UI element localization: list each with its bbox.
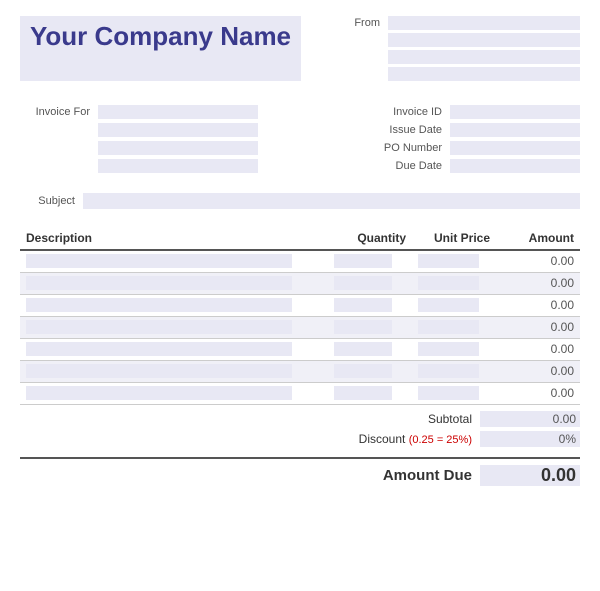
issue-date-row: Issue Date xyxy=(340,123,580,137)
col-header-description: Description xyxy=(20,227,328,250)
amount-cell-1: 0.00 xyxy=(496,272,580,294)
amount-cell-2: 0.00 xyxy=(496,294,580,316)
table-row: 0.00 xyxy=(20,360,580,382)
invoice-for-label: Invoice For xyxy=(20,106,90,118)
invoice-id-row: Invoice ID xyxy=(340,105,580,119)
subject-label: Subject xyxy=(20,195,75,207)
col-header-quantity: Quantity xyxy=(328,227,412,250)
desc-field-1[interactable] xyxy=(26,276,292,290)
price-field-3[interactable] xyxy=(418,320,479,334)
table-row: 0.00 xyxy=(20,272,580,294)
from-addr2-row xyxy=(340,50,580,64)
qty-field-3[interactable] xyxy=(334,320,392,334)
line-items-table: Description Quantity Unit Price Amount 0… xyxy=(20,227,580,405)
amount-due-row: Amount Due 0.00 xyxy=(20,457,580,486)
amount-cell-5: 0.00 xyxy=(496,360,580,382)
discount-row: Discount (0.25 = 25%) 0% xyxy=(20,431,580,447)
table-row: 0.00 xyxy=(20,316,580,338)
client-name-field[interactable] xyxy=(98,105,258,119)
bill-to-city-row xyxy=(20,159,258,173)
subject-field[interactable] xyxy=(83,193,580,209)
invoice-meta-section: Invoice ID Issue Date PO Number Due Date xyxy=(340,105,580,173)
table-row: 0.00 xyxy=(20,294,580,316)
bill-to-section: Invoice For xyxy=(20,105,258,173)
from-addr1-field[interactable] xyxy=(388,33,580,47)
totals-section: Subtotal 0.00 Discount (0.25 = 25%) 0% A… xyxy=(20,411,580,486)
from-city-field[interactable] xyxy=(388,67,580,81)
subtotal-label: Subtotal xyxy=(428,412,472,426)
qty-field-6[interactable] xyxy=(334,386,392,400)
desc-field-5[interactable] xyxy=(26,364,292,378)
desc-field-2[interactable] xyxy=(26,298,292,312)
po-number-row: PO Number xyxy=(340,141,580,155)
issue-date-label: Issue Date xyxy=(362,124,442,136)
discount-note: (0.25 = 25%) xyxy=(409,434,472,446)
price-field-1[interactable] xyxy=(418,276,479,290)
discount-value[interactable]: 0% xyxy=(480,431,580,447)
qty-field-5[interactable] xyxy=(334,364,392,378)
company-name[interactable]: Your Company Name xyxy=(20,16,301,81)
info-section: Invoice For Invoice ID Issue Da xyxy=(20,105,580,173)
amount-cell-0: 0.00 xyxy=(496,250,580,272)
from-city-row xyxy=(340,67,580,81)
client-addr1-field[interactable] xyxy=(98,123,258,137)
discount-text: Discount xyxy=(359,432,406,446)
amount-cell-6: 0.00 xyxy=(496,382,580,404)
header-section: Your Company Name From xyxy=(20,16,580,81)
issue-date-field[interactable] xyxy=(450,123,580,137)
desc-field-4[interactable] xyxy=(26,342,292,356)
po-number-label: PO Number xyxy=(362,142,442,154)
qty-field-4[interactable] xyxy=(334,342,392,356)
qty-field-0[interactable] xyxy=(334,254,392,268)
invoice-id-label: Invoice ID xyxy=(362,106,442,118)
qty-field-1[interactable] xyxy=(334,276,392,290)
bill-to-addr1-row xyxy=(20,123,258,137)
invoice-id-field[interactable] xyxy=(450,105,580,119)
price-field-5[interactable] xyxy=(418,364,479,378)
price-field-6[interactable] xyxy=(418,386,479,400)
col-header-unit-price: Unit Price xyxy=(412,227,496,250)
table-row: 0.00 xyxy=(20,338,580,360)
client-city-field[interactable] xyxy=(98,159,258,173)
amount-due-label: Amount Due xyxy=(383,467,472,484)
from-section: From xyxy=(340,16,580,81)
po-number-field[interactable] xyxy=(450,141,580,155)
due-date-field[interactable] xyxy=(450,159,580,173)
col-header-amount: Amount xyxy=(496,227,580,250)
desc-field-0[interactable] xyxy=(26,254,292,268)
price-field-2[interactable] xyxy=(418,298,479,312)
client-addr2-field[interactable] xyxy=(98,141,258,155)
subtotal-row: Subtotal 0.00 xyxy=(20,411,580,427)
subtotal-value[interactable]: 0.00 xyxy=(480,411,580,427)
amount-due-value[interactable]: 0.00 xyxy=(480,465,580,486)
from-name-row: From xyxy=(340,16,580,30)
due-date-row: Due Date xyxy=(340,159,580,173)
table-row: 0.00 xyxy=(20,250,580,272)
due-date-label: Due Date xyxy=(362,160,442,172)
from-addr1-row xyxy=(340,33,580,47)
price-field-4[interactable] xyxy=(418,342,479,356)
subject-row: Subject xyxy=(20,193,580,209)
desc-field-6[interactable] xyxy=(26,386,292,400)
qty-field-2[interactable] xyxy=(334,298,392,312)
invoice-page: Your Company Name From Invoice F xyxy=(0,0,600,502)
from-label: From xyxy=(340,17,380,29)
bill-to-name-row: Invoice For xyxy=(20,105,258,119)
from-name-field[interactable] xyxy=(388,16,580,30)
line-items-body: 0.000.000.000.000.000.000.00 xyxy=(20,250,580,404)
price-field-0[interactable] xyxy=(418,254,479,268)
amount-cell-4: 0.00 xyxy=(496,338,580,360)
desc-field-3[interactable] xyxy=(26,320,292,334)
table-row: 0.00 xyxy=(20,382,580,404)
amount-cell-3: 0.00 xyxy=(496,316,580,338)
bill-to-addr2-row xyxy=(20,141,258,155)
table-header-row: Description Quantity Unit Price Amount xyxy=(20,227,580,250)
from-addr2-field[interactable] xyxy=(388,50,580,64)
discount-label: Discount (0.25 = 25%) xyxy=(359,432,472,446)
